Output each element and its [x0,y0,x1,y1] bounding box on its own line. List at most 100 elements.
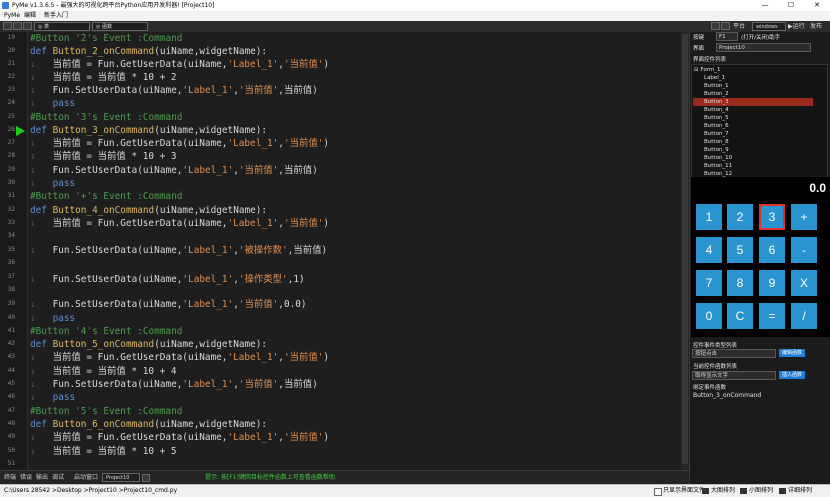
minimize-button[interactable]: — [752,0,778,11]
panel-icon[interactable] [142,474,150,482]
platform-combo[interactable]: windows [752,22,786,31]
calc-button-0[interactable]: 0 [696,303,722,329]
calc-button-plus[interactable]: + [791,204,817,230]
code-line: #Button '3's Event :Command [30,112,183,123]
readonly-checkbox[interactable] [654,488,662,496]
code-line: ↓ pass [30,313,76,324]
form-combo[interactable]: Project10 [716,43,811,52]
calc-button-5[interactable]: 5 [727,237,753,263]
edit-function-button[interactable]: 编辑函数 [779,349,806,357]
toggle-assistant-label[interactable]: (打开/关闭)助手 [741,33,780,41]
big-icons-label[interactable]: 大图排列 [711,485,735,497]
maximize-button[interactable]: ☐ [778,0,804,11]
tab-terminal[interactable]: 终端 [4,471,16,485]
calc-button-7[interactable]: 7 [696,270,722,296]
small-icons-icon[interactable] [740,488,747,494]
key-combo[interactable]: F1 [716,32,738,41]
code-line: ↓ Fun.SetUserData(uiName,'Label_1','当前值'… [30,299,307,310]
tree-root[interactable]: ⊟ Form_1 [694,66,720,74]
current-func-label: 当前控件函数列表 [693,364,738,370]
event-type-combo[interactable]: 按钮点击 [692,349,776,358]
line-number: 39 [7,300,15,307]
calc-button-6[interactable]: 6 [759,237,785,263]
line-number: 44 [7,367,15,374]
save-icon[interactable] [23,22,32,30]
function-combo[interactable]: ◎ 函数 [92,22,148,31]
code-line: #Button '4's Event :Command [30,326,183,337]
tab-debug[interactable]: 调试 [52,471,64,485]
publish-button[interactable]: 发布 [810,21,822,32]
code-line: ↓ 当前值 = Fun.GetUserData(uiName,'Label_1'… [30,59,330,70]
menu-pyme[interactable]: PyMe [4,11,20,21]
code-editor[interactable]: 19 20 21 22 23 24 25 26 27 28 29 30 31 32 33 34 35 36 37 38… [0,32,689,470]
line-number: 50 [7,447,15,454]
tree-item[interactable]: Button_10 [704,154,732,162]
calc-button-9[interactable]: 9 [759,270,785,296]
code-line: ↓ 当前值 = 当前值 * 10 + 3 [30,151,177,162]
new-icon[interactable] [3,22,12,30]
open-icon[interactable] [13,22,22,30]
code-line: ↓ Fun.SetUserData(uiName,'Label_1','操作类型… [30,274,305,285]
insert-function-button[interactable]: 插入函数 [779,371,806,379]
calc-display: 0.0 [809,181,826,195]
run-button[interactable]: ▶运行 [788,21,805,32]
code-line: #Button '2's Event :Command [30,33,183,44]
code-line: def Button_6_onCommand(uiName,widgetName… [30,419,268,430]
editor-scrollbar[interactable] [681,32,689,470]
close-button[interactable]: ✕ [804,0,830,11]
tree-item[interactable]: Button_4 [704,106,729,114]
tree-item[interactable]: Button_1 [704,82,729,90]
grid-icon[interactable] [721,22,730,30]
calc-button-multiply[interactable]: X [791,270,817,296]
tree-item[interactable]: Button_9 [704,146,729,154]
tree-item[interactable]: Button_7 [704,130,729,138]
breakpoint-arrow-icon [16,126,25,136]
details-icon[interactable] [779,488,786,494]
menu-beginner[interactable]: 新手入门 [44,11,68,21]
calc-button-8[interactable]: 8 [727,270,753,296]
small-icons-label[interactable]: 小图排列 [749,485,773,497]
calc-button-1[interactable]: 1 [696,204,722,230]
widget-list-label: 界面控件列表 [693,57,727,63]
calc-button-4[interactable]: 4 [696,237,722,263]
big-icons-icon[interactable] [702,488,709,494]
line-number: 28 [7,152,15,159]
line-number: 33 [7,219,15,226]
tree-item[interactable]: Button_5 [704,114,729,122]
file-path: C:\Users 28542 >Desktop >Project10 >Proj… [4,487,178,494]
platform-label: 平台 [733,23,746,30]
calc-button-clear[interactable]: C [727,303,753,329]
tree-item[interactable]: Button_8 [704,138,729,146]
tree-item-selected[interactable]: Button_3 [693,98,813,106]
bottom-panel-tabs: 终端 错误 输出 调试 启动窗口 Project10 提示: 按[F1]键回目标… [0,470,689,485]
code-line: ↓ pass [30,392,76,403]
tree-item[interactable]: Button_11 [704,162,732,170]
tab-output[interactable]: 输出 [36,471,48,485]
line-number: 45 [7,380,15,387]
tree-item[interactable]: Button_6 [704,122,729,130]
calc-button-divide[interactable]: / [791,303,817,329]
layout-icon[interactable] [711,22,720,30]
code-line: ↓ Fun.SetUserData(uiName,'Label_1','被操作数… [30,245,328,256]
calc-button-minus[interactable]: - [791,237,817,263]
tab-errors[interactable]: 错误 [20,471,32,485]
class-combo[interactable]: ◎ 类 [34,22,90,31]
tree-item[interactable]: Button_2 [704,90,729,98]
form-preview[interactable]: 0.0 1 2 3 + 4 5 6 - 7 8 9 X 0 C = / [691,177,830,337]
code-line: ↓ Fun.SetUserData(uiName,'Label_1','当前值'… [30,379,318,390]
calc-button-2[interactable]: 2 [727,204,753,230]
code-line: ↓ Fun.SetUserData(uiName,'Label_1','当前值'… [30,165,318,176]
tree-item[interactable]: Label_1 [704,74,725,82]
bound-event-value[interactable]: Button_3_onCommand [693,392,761,399]
menu-edit[interactable]: 编辑 [24,11,36,21]
current-func-combo[interactable]: 取得显示文字 [692,371,776,380]
startup-window-combo[interactable]: Project10 [102,473,140,482]
code-line: #Button '5's Event :Command [30,406,183,417]
code-line: def Button_4_onCommand(uiName,widgetName… [30,205,268,216]
details-label[interactable]: 详细排列 [788,485,812,497]
calc-button-3[interactable]: 3 [759,204,785,230]
scrollbar-thumb[interactable] [682,34,688,464]
line-number: 25 [7,113,15,120]
bound-event-label: 绑定事件函数 [693,385,727,391]
calc-button-equals[interactable]: = [759,303,785,329]
